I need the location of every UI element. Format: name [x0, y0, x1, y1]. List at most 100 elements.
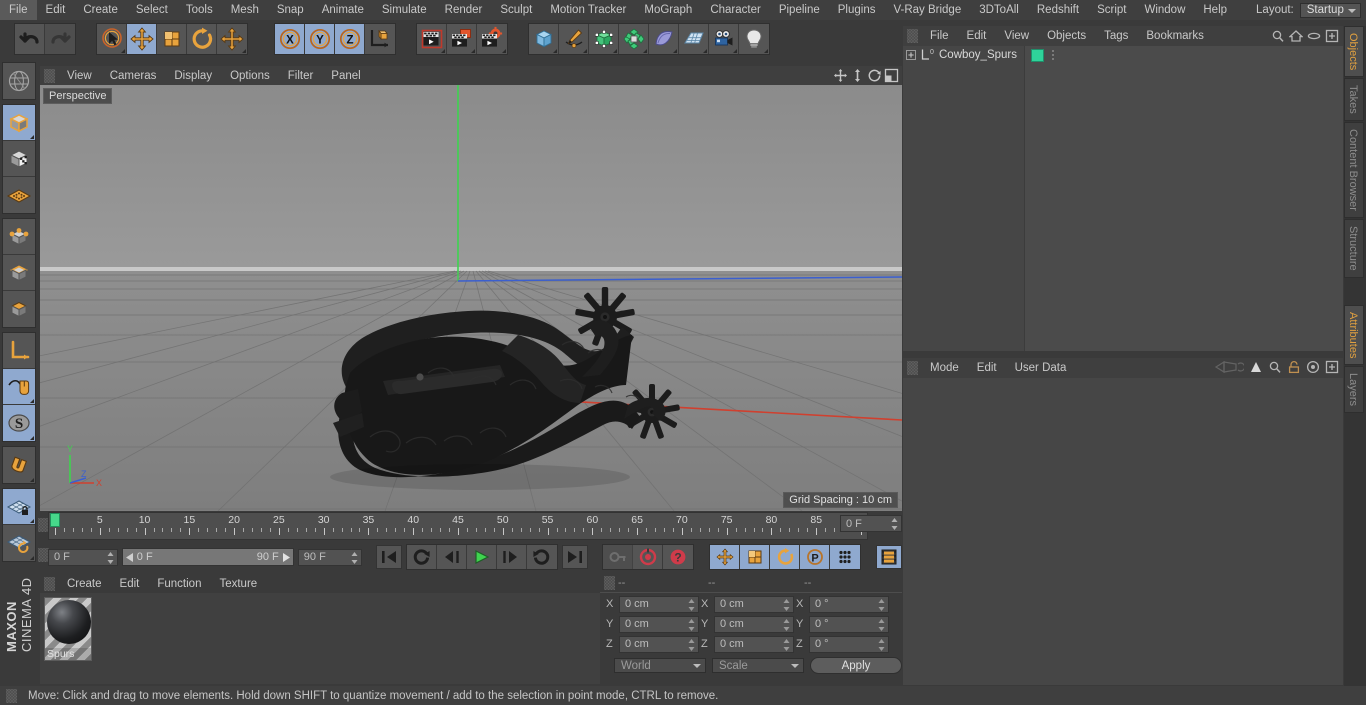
- material-tag-icon[interactable]: [1031, 48, 1044, 62]
- range-end-arrow-icon[interactable]: 90 F: [257, 551, 290, 563]
- move-alt-tool-button[interactable]: [217, 24, 247, 54]
- menu-character[interactable]: Character: [701, 0, 770, 20]
- panel-grip-icon[interactable]: [44, 68, 55, 83]
- menu-plugins[interactable]: Plugins: [829, 0, 885, 20]
- panel-grip-icon[interactable]: [907, 361, 918, 375]
- workplane-rotate-icon[interactable]: [3, 525, 35, 561]
- spinner-icon[interactable]: [688, 598, 695, 611]
- expand-icon[interactable]: [905, 49, 917, 61]
- object-manager-body[interactable]: 0 Cowboy_Spurs: [903, 46, 1343, 351]
- menu-simulate[interactable]: Simulate: [373, 0, 436, 20]
- primitive-cube-button[interactable]: [529, 24, 559, 54]
- menu-render[interactable]: Render: [436, 0, 492, 20]
- scale-tool-button[interactable]: [157, 24, 187, 54]
- render-view-button[interactable]: [417, 24, 447, 54]
- viewport-menu-display[interactable]: Display: [165, 66, 221, 86]
- render-settings-button[interactable]: [477, 24, 507, 54]
- coordinate-position-field[interactable]: 0 cm: [619, 615, 699, 633]
- menu-sculpt[interactable]: Sculpt: [491, 0, 541, 20]
- menu-animate[interactable]: Animate: [313, 0, 373, 20]
- spinner-icon[interactable]: [783, 638, 790, 651]
- search-icon[interactable]: [1268, 360, 1282, 374]
- axis-x-button[interactable]: X: [275, 24, 305, 54]
- home-icon[interactable]: [1289, 29, 1303, 43]
- timeline-playhead[interactable]: [50, 513, 60, 527]
- menu-select[interactable]: Select: [127, 0, 177, 20]
- viewport-label[interactable]: Perspective: [43, 88, 113, 104]
- object-tag-row[interactable]: [1027, 46, 1055, 64]
- object-axis-icon[interactable]: [3, 333, 35, 369]
- menu-mograph[interactable]: MoGraph: [635, 0, 701, 20]
- coordinate-size-field[interactable]: 0 cm: [714, 615, 794, 633]
- coordinate-mode-dropdown[interactable]: Scale: [712, 658, 804, 673]
- range-start-arrow-icon[interactable]: 0 F: [125, 551, 153, 563]
- move-tool-button[interactable]: [127, 24, 157, 54]
- current-frame-field-right[interactable]: 0 F: [840, 515, 902, 532]
- coordinate-size-field[interactable]: 0 cm: [714, 635, 794, 653]
- object-menu-file[interactable]: File: [921, 26, 958, 46]
- spinner-icon[interactable]: [688, 618, 695, 631]
- go-to-start-button[interactable]: [375, 545, 402, 569]
- make-editable-icon[interactable]: [3, 63, 35, 99]
- attribute-menu-mode[interactable]: Mode: [921, 358, 968, 378]
- object-row[interactable]: 0 Cowboy_Spurs: [903, 46, 1024, 64]
- record-keyframe-selection-button[interactable]: ?: [663, 545, 694, 569]
- coordinate-position-field[interactable]: 0 cm: [619, 595, 699, 613]
- right-tab-structure[interactable]: Structure: [1344, 218, 1364, 278]
- object-menu-objects[interactable]: Objects: [1038, 26, 1095, 46]
- target-icon[interactable]: [1306, 360, 1320, 374]
- maximize-viewport-icon[interactable]: [884, 68, 899, 83]
- coordinate-position-field[interactable]: 0 cm: [619, 635, 699, 653]
- current-frame-field[interactable]: 0 F: [48, 548, 118, 566]
- coordinate-rotation-field[interactable]: 0 °: [809, 615, 889, 633]
- menu-snap[interactable]: Snap: [268, 0, 313, 20]
- current-frame-value-right[interactable]: 0 F: [840, 515, 902, 532]
- autokey-button[interactable]: [603, 545, 634, 569]
- floor-button[interactable]: [679, 24, 709, 54]
- panel-grip-icon[interactable]: [44, 577, 55, 591]
- coordinate-system-dropdown[interactable]: World: [614, 658, 706, 673]
- spinner-icon[interactable]: [878, 638, 885, 651]
- material-swatch[interactable]: Spurs: [44, 597, 92, 661]
- pin-arrow-icon[interactable]: [1249, 360, 1263, 374]
- spinner-icon[interactable]: [783, 618, 790, 631]
- menu-script[interactable]: Script: [1088, 0, 1135, 20]
- edges-mode-icon[interactable]: [3, 255, 35, 291]
- undo-button[interactable]: [15, 24, 45, 54]
- attribute-menu-user-data[interactable]: User Data: [1006, 358, 1076, 378]
- coordinate-rotation-field[interactable]: 0 °: [809, 635, 889, 653]
- menu-edit[interactable]: Edit: [37, 0, 75, 20]
- add-icon[interactable]: [1325, 360, 1339, 374]
- right-tab-content-browser[interactable]: Content Browser: [1344, 122, 1364, 218]
- axis-y-button[interactable]: Y: [305, 24, 335, 54]
- go-to-end-button[interactable]: [561, 545, 588, 569]
- orbit-icon[interactable]: [867, 68, 882, 83]
- menu-create[interactable]: Create: [74, 0, 127, 20]
- history-icon[interactable]: [1214, 360, 1244, 374]
- coordinate-rotation-field[interactable]: 0 °: [809, 595, 889, 613]
- viewport-3d[interactable]: Perspective Grid Spacing : 10 cm Y X Z: [40, 85, 902, 511]
- viewport-menu-panel[interactable]: Panel: [322, 66, 369, 86]
- preview-range-bar[interactable]: 0 F 90 F: [121, 548, 294, 566]
- object-menu-view[interactable]: View: [995, 26, 1038, 46]
- magnet-icon[interactable]: [3, 447, 35, 483]
- timeline-ruler[interactable]: 051015202530354045505560657075808590: [48, 512, 868, 540]
- step-forward-button[interactable]: [496, 545, 527, 569]
- spinner-icon[interactable]: [878, 598, 885, 611]
- material-menu-texture[interactable]: Texture: [210, 574, 266, 594]
- play-button[interactable]: [466, 545, 497, 569]
- object-menu-bookmarks[interactable]: Bookmarks: [1137, 26, 1213, 46]
- material-menu-edit[interactable]: Edit: [111, 574, 149, 594]
- add-layer-icon[interactable]: [1325, 29, 1339, 43]
- rotate-tool-button[interactable]: [187, 24, 217, 54]
- lock-icon[interactable]: [1287, 360, 1301, 374]
- texture-mode-icon[interactable]: [3, 141, 35, 177]
- menu-help[interactable]: Help: [1194, 0, 1236, 20]
- spinner-icon[interactable]: [891, 518, 898, 530]
- menu-motion-tracker[interactable]: Motion Tracker: [541, 0, 635, 20]
- play-backwards-loop-button[interactable]: [406, 545, 437, 569]
- keyframe-strip-button[interactable]: [876, 545, 903, 569]
- spinner-icon[interactable]: [878, 618, 885, 631]
- menu-tools[interactable]: Tools: [177, 0, 222, 20]
- apply-button[interactable]: Apply: [810, 657, 902, 674]
